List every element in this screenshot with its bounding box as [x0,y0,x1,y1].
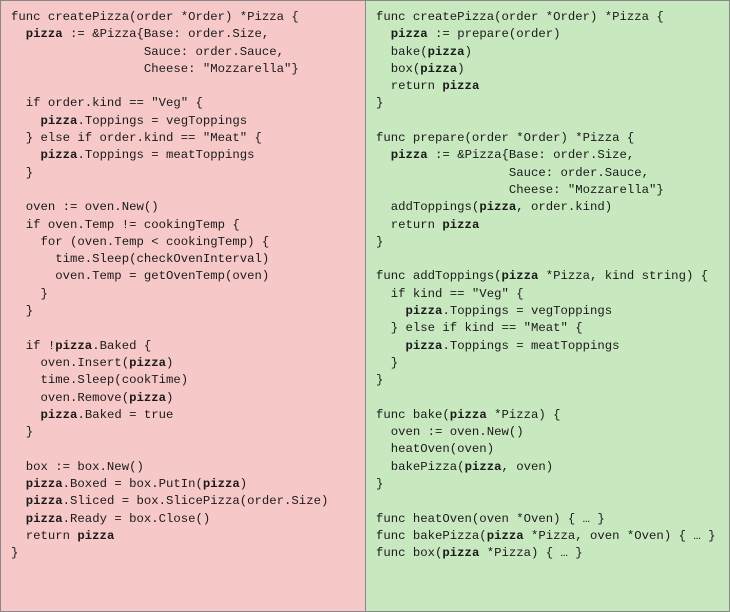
code-pane-after: func createPizza(order *Order) *Pizza { … [365,0,730,612]
keyword-pizza: pizza [391,27,428,41]
keyword-pizza: pizza [41,148,78,162]
keyword-pizza: pizza [420,62,457,76]
keyword-pizza: pizza [41,408,78,422]
keyword-pizza: pizza [479,200,516,214]
code-line: Cheese: "Mozzarella"} [11,62,299,76]
code-line: oven.Temp = getOvenTemp(oven) [11,269,269,283]
code-line: } [376,373,383,387]
code-pane-before: func createPizza(order *Order) *Pizza { … [0,0,365,612]
keyword-pizza: pizza [442,218,479,232]
keyword-pizza: pizza [501,269,538,283]
keyword-pizza: pizza [41,114,78,128]
code-line: func createPizza(order *Order) *Pizza { [11,10,299,24]
code-line: } [11,287,48,301]
keyword-pizza: pizza [406,304,443,318]
code-line: if kind == "Veg" { [376,287,524,301]
code-line: } [11,425,33,439]
code-line: } [376,235,383,249]
keyword-pizza: pizza [450,408,487,422]
code-line: } [11,304,33,318]
code-line: func createPizza(order *Order) *Pizza { [376,10,664,24]
keyword-pizza: pizza [442,546,479,560]
keyword-pizza: pizza [55,339,92,353]
keyword-pizza: pizza [129,391,166,405]
keyword-pizza: pizza [26,477,63,491]
keyword-pizza: pizza [487,529,524,543]
code-line: } else if kind == "Meat" { [376,321,583,335]
code-line: oven := oven.New() [11,200,159,214]
code-line: func prepare(order *Order) *Pizza { [376,131,634,145]
code-line: Sauce: order.Sauce, [376,166,649,180]
code-line: for (oven.Temp < cookingTemp) { [11,235,269,249]
keyword-pizza: pizza [406,339,443,353]
code-line: } [11,546,18,560]
keyword-pizza: pizza [203,477,240,491]
code-line: Cheese: "Mozzarella"} [376,183,664,197]
code-line: if oven.Temp != cookingTemp { [11,218,240,232]
keyword-pizza: pizza [391,148,428,162]
code-line: time.Sleep(cookTime) [11,373,188,387]
keyword-pizza: pizza [428,45,465,59]
code-line: func heatOven(oven *Oven) { … } [376,512,605,526]
keyword-pizza: pizza [442,79,479,93]
keyword-pizza: pizza [26,512,63,526]
code-line: heatOven(oven) [376,442,494,456]
code-line: oven := oven.New() [376,425,524,439]
code-line: } else if order.kind == "Meat" { [11,131,262,145]
code-line: } [376,356,398,370]
keyword-pizza: pizza [77,529,114,543]
code-line [11,27,26,41]
keyword-pizza: pizza [26,27,63,41]
code-line: if order.kind == "Veg" { [11,96,203,110]
keyword-pizza: pizza [465,460,502,474]
keyword-pizza: pizza [26,494,63,508]
code-line: } [376,477,383,491]
code-line: } [376,96,383,110]
code-line: time.Sleep(checkOvenInterval) [11,252,269,266]
keyword-pizza: pizza [129,356,166,370]
code-line: Sauce: order.Sauce, [11,45,284,59]
code-line: } [11,166,33,180]
code-line: box := box.New() [11,460,144,474]
